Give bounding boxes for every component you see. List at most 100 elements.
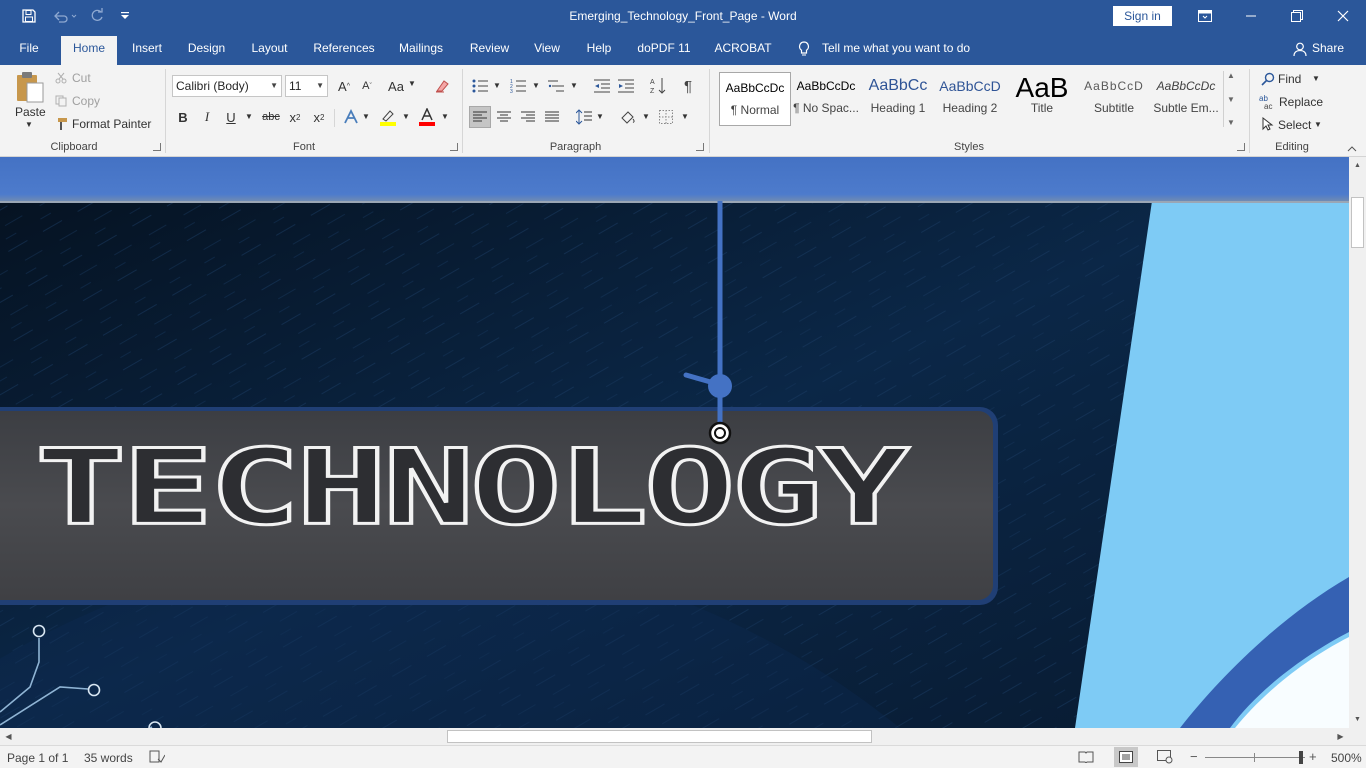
tab-insert[interactable]: Insert — [125, 32, 169, 65]
collapse-ribbon-icon[interactable] — [1344, 143, 1360, 155]
bullets-icon[interactable] — [470, 76, 490, 96]
document-canvas[interactable]: TECHNOLOGY — [0, 157, 1349, 728]
tab-mailings[interactable]: Mailings — [392, 32, 450, 65]
page-count[interactable]: Page 1 of 1 — [7, 751, 68, 765]
shading-icon[interactable] — [618, 107, 638, 127]
tab-dopdf[interactable]: doPDF 11 — [632, 32, 696, 65]
line-spacing-dropdown-icon[interactable]: ▼ — [596, 112, 604, 121]
clipboard-launcher-icon[interactable] — [153, 143, 161, 151]
font-color-dropdown-icon[interactable]: ▼ — [441, 112, 449, 121]
paragraph-launcher-icon[interactable] — [696, 143, 704, 151]
font-color-icon[interactable] — [417, 107, 437, 127]
tab-review[interactable]: Review — [462, 32, 517, 65]
sign-in-button[interactable]: Sign in — [1113, 6, 1172, 26]
find-button[interactable]: Find — [1278, 72, 1301, 86]
tab-help[interactable]: Help — [580, 32, 618, 65]
highlight-icon[interactable] — [378, 107, 398, 127]
scroll-up-icon[interactable]: ▲ — [1349, 157, 1366, 174]
share-button[interactable]: Share — [1310, 32, 1346, 65]
styles-gallery-scroll[interactable]: ▲ ▼ ▼ — [1223, 71, 1238, 127]
scroll-left-icon[interactable]: ◀ — [0, 728, 17, 745]
copy-button[interactable]: Copy — [72, 94, 100, 108]
sort-icon[interactable]: AZ — [648, 76, 668, 96]
scroll-right-icon[interactable]: ▶ — [1332, 728, 1349, 745]
cut-button[interactable]: Cut — [72, 71, 91, 85]
horizontal-scroll-thumb[interactable] — [447, 730, 872, 743]
line-spacing-icon[interactable] — [574, 107, 594, 127]
align-left-icon[interactable] — [469, 106, 491, 128]
text-effects-icon[interactable] — [342, 107, 360, 127]
style-subtle-emphasis[interactable]: AaBbCcDc Subtle Em... — [1150, 71, 1222, 125]
borders-icon[interactable] — [656, 107, 676, 127]
clipboard-icon[interactable] — [14, 70, 46, 104]
bold-button[interactable]: B — [175, 107, 191, 127]
grow-font-icon[interactable]: A ^ — [335, 77, 353, 95]
strikethrough-button[interactable]: abc — [260, 107, 282, 127]
superscript-button[interactable]: x2 — [310, 107, 328, 127]
multilevel-list-icon[interactable] — [546, 76, 566, 96]
numbering-dropdown-icon[interactable]: ▼ — [532, 81, 540, 90]
decrease-indent-icon[interactable] — [592, 76, 612, 96]
restore-icon[interactable] — [1274, 0, 1320, 32]
web-layout-icon[interactable] — [1155, 749, 1175, 765]
bullets-dropdown-icon[interactable]: ▼ — [493, 81, 501, 90]
tab-home[interactable]: Home — [61, 36, 117, 65]
clear-formatting-icon[interactable] — [432, 76, 452, 96]
tell-me-search[interactable]: Tell me what you want to do — [822, 32, 982, 65]
select-button[interactable]: Select — [1278, 118, 1311, 132]
zoom-level[interactable]: 500% — [1331, 751, 1362, 765]
ribbon-display-options-icon[interactable] — [1182, 0, 1228, 32]
close-icon[interactable] — [1320, 0, 1366, 32]
multilevel-dropdown-icon[interactable]: ▼ — [570, 81, 578, 90]
tab-design[interactable]: Design — [181, 32, 232, 65]
word-count[interactable]: 35 words — [84, 751, 133, 765]
tab-acrobat[interactable]: ACROBAT — [710, 32, 776, 65]
tab-layout[interactable]: Layout — [244, 32, 295, 65]
style-heading-1[interactable]: AaBbCc Heading 1 — [862, 71, 934, 125]
gallery-down-icon[interactable]: ▼ — [1227, 95, 1235, 104]
shrink-font-icon[interactable]: Aˇ — [358, 77, 376, 95]
share-person-icon[interactable] — [1292, 41, 1308, 57]
font-size-combo[interactable]: 11 ▼ — [285, 75, 328, 97]
align-center-icon[interactable] — [494, 107, 514, 127]
paste-button[interactable]: Paste — [15, 105, 46, 119]
tab-references[interactable]: References — [308, 32, 380, 65]
styles-launcher-icon[interactable] — [1237, 143, 1245, 151]
zoom-out-icon[interactable]: − — [1190, 749, 1198, 764]
font-name-combo[interactable]: Calibri (Body) ▼ — [172, 75, 282, 97]
style-normal[interactable]: AaBbCcDc ¶ Normal — [719, 72, 791, 126]
numbering-icon[interactable]: 123 — [508, 76, 528, 96]
read-mode-icon[interactable] — [1076, 749, 1096, 765]
text-effects-dropdown-icon[interactable]: ▼ — [362, 112, 370, 121]
style-no-spacing[interactable]: AaBbCcDc ¶ No Spac... — [790, 71, 862, 125]
gallery-up-icon[interactable]: ▲ — [1227, 71, 1235, 80]
horizontal-scrollbar[interactable]: ◀ ▶ — [0, 728, 1349, 745]
highlight-dropdown-icon[interactable]: ▼ — [402, 112, 410, 121]
paste-dropdown-icon[interactable]: ▼ — [25, 120, 33, 129]
zoom-slider-track[interactable] — [1205, 757, 1305, 758]
change-case-dropdown-icon[interactable]: ▼ — [408, 79, 416, 88]
vertical-scrollbar[interactable]: ▲ ▼ — [1349, 157, 1366, 728]
show-formatting-pilcrow-icon[interactable]: ¶ — [678, 76, 698, 96]
minimize-icon[interactable] — [1228, 0, 1274, 32]
format-painter-button[interactable]: Format Painter — [72, 117, 151, 131]
underline-dropdown-icon[interactable]: ▼ — [245, 112, 253, 121]
print-layout-icon[interactable] — [1114, 747, 1138, 767]
align-right-icon[interactable] — [518, 107, 538, 127]
select-dropdown-icon[interactable]: ▼ — [1314, 120, 1322, 129]
subscript-button[interactable]: x2 — [286, 107, 304, 127]
increase-indent-icon[interactable] — [616, 76, 636, 96]
change-case-button[interactable]: Aa — [386, 77, 406, 95]
proofing-icon[interactable] — [148, 749, 166, 765]
shading-dropdown-icon[interactable]: ▼ — [642, 112, 650, 121]
style-subtitle[interactable]: AaBbCcD Subtitle — [1078, 71, 1150, 125]
zoom-in-icon[interactable]: + — [1309, 749, 1317, 764]
scroll-down-icon[interactable]: ▼ — [1349, 711, 1366, 728]
tab-file[interactable]: File — [10, 32, 48, 65]
tab-view[interactable]: View — [528, 32, 566, 65]
italic-button[interactable]: I — [199, 107, 215, 127]
find-dropdown-icon[interactable]: ▼ — [1312, 74, 1320, 83]
style-title[interactable]: AaB Title — [1006, 71, 1078, 125]
gallery-more-icon[interactable]: ▼ — [1227, 118, 1235, 127]
style-heading-2[interactable]: AaBbCcD Heading 2 — [934, 71, 1006, 125]
